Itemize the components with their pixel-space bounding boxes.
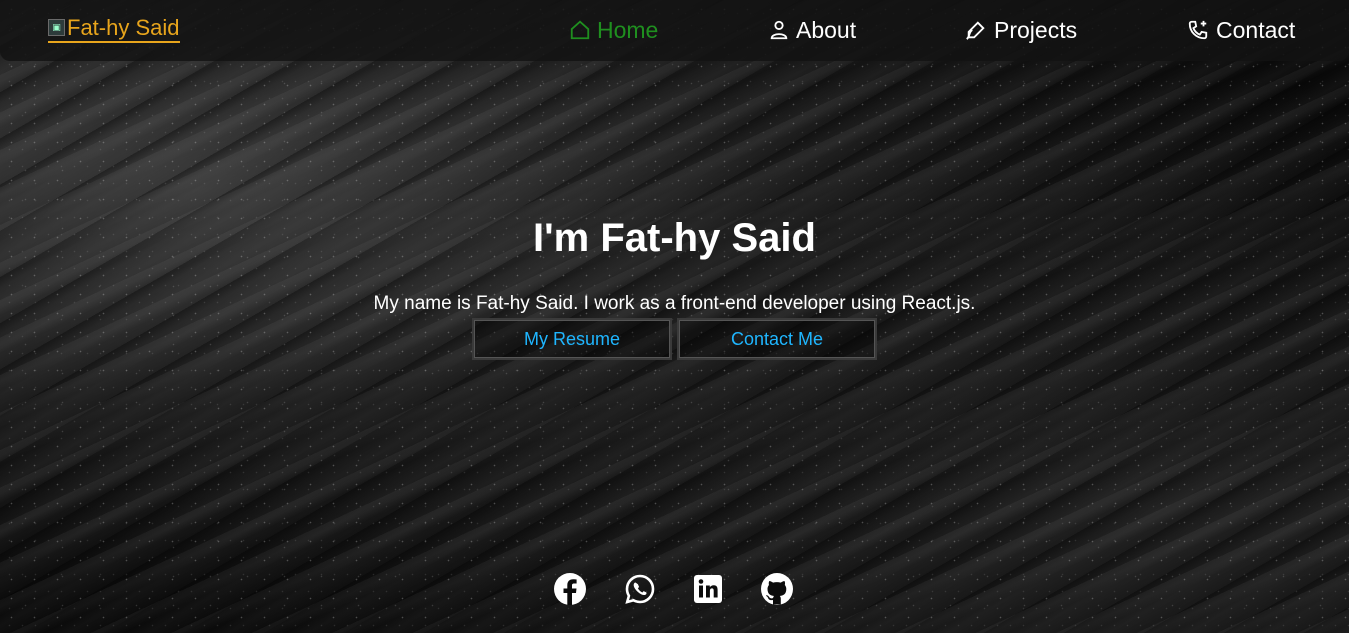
- brand-link[interactable]: ▣ Fat-hy Said: [48, 15, 180, 43]
- nav-about[interactable]: About: [768, 14, 856, 46]
- nav-projects-label: Projects: [994, 16, 1078, 43]
- nav-home[interactable]: Home: [569, 14, 658, 46]
- brand-name: Fat-hy Said: [67, 14, 180, 40]
- contact-me-button[interactable]: Contact Me: [677, 318, 877, 360]
- linkedin-icon: [694, 575, 722, 603]
- background-texture: [0, 0, 1349, 633]
- whatsapp-icon: [625, 574, 655, 604]
- nav-contact-label: Contact: [1216, 16, 1296, 43]
- home-icon: [570, 20, 590, 40]
- whatsapp-link[interactable]: [623, 572, 657, 606]
- phone-plus-icon: [1188, 20, 1208, 40]
- hero-title: I'm Fat-hy Said: [533, 216, 816, 260]
- github-icon: [761, 573, 793, 605]
- pen-icon: [966, 21, 985, 40]
- user-icon: [770, 20, 788, 40]
- brand-logo-icon: ▣: [48, 19, 65, 36]
- navbar: ▣ Fat-hy Said Home About Projects Contac…: [0, 0, 1349, 61]
- my-resume-button[interactable]: My Resume: [472, 318, 672, 360]
- nav-home-label: Home: [597, 16, 659, 43]
- github-link[interactable]: [760, 572, 794, 606]
- linkedin-link[interactable]: [691, 572, 725, 606]
- facebook-icon: [554, 573, 586, 605]
- hero-description: My name is Fat-hy Said. I work as a fron…: [373, 293, 976, 314]
- facebook-link[interactable]: [553, 572, 587, 606]
- nav-contact[interactable]: Contact: [1186, 14, 1295, 46]
- nav-about-label: About: [796, 16, 857, 43]
- nav-projects[interactable]: Projects: [964, 14, 1077, 46]
